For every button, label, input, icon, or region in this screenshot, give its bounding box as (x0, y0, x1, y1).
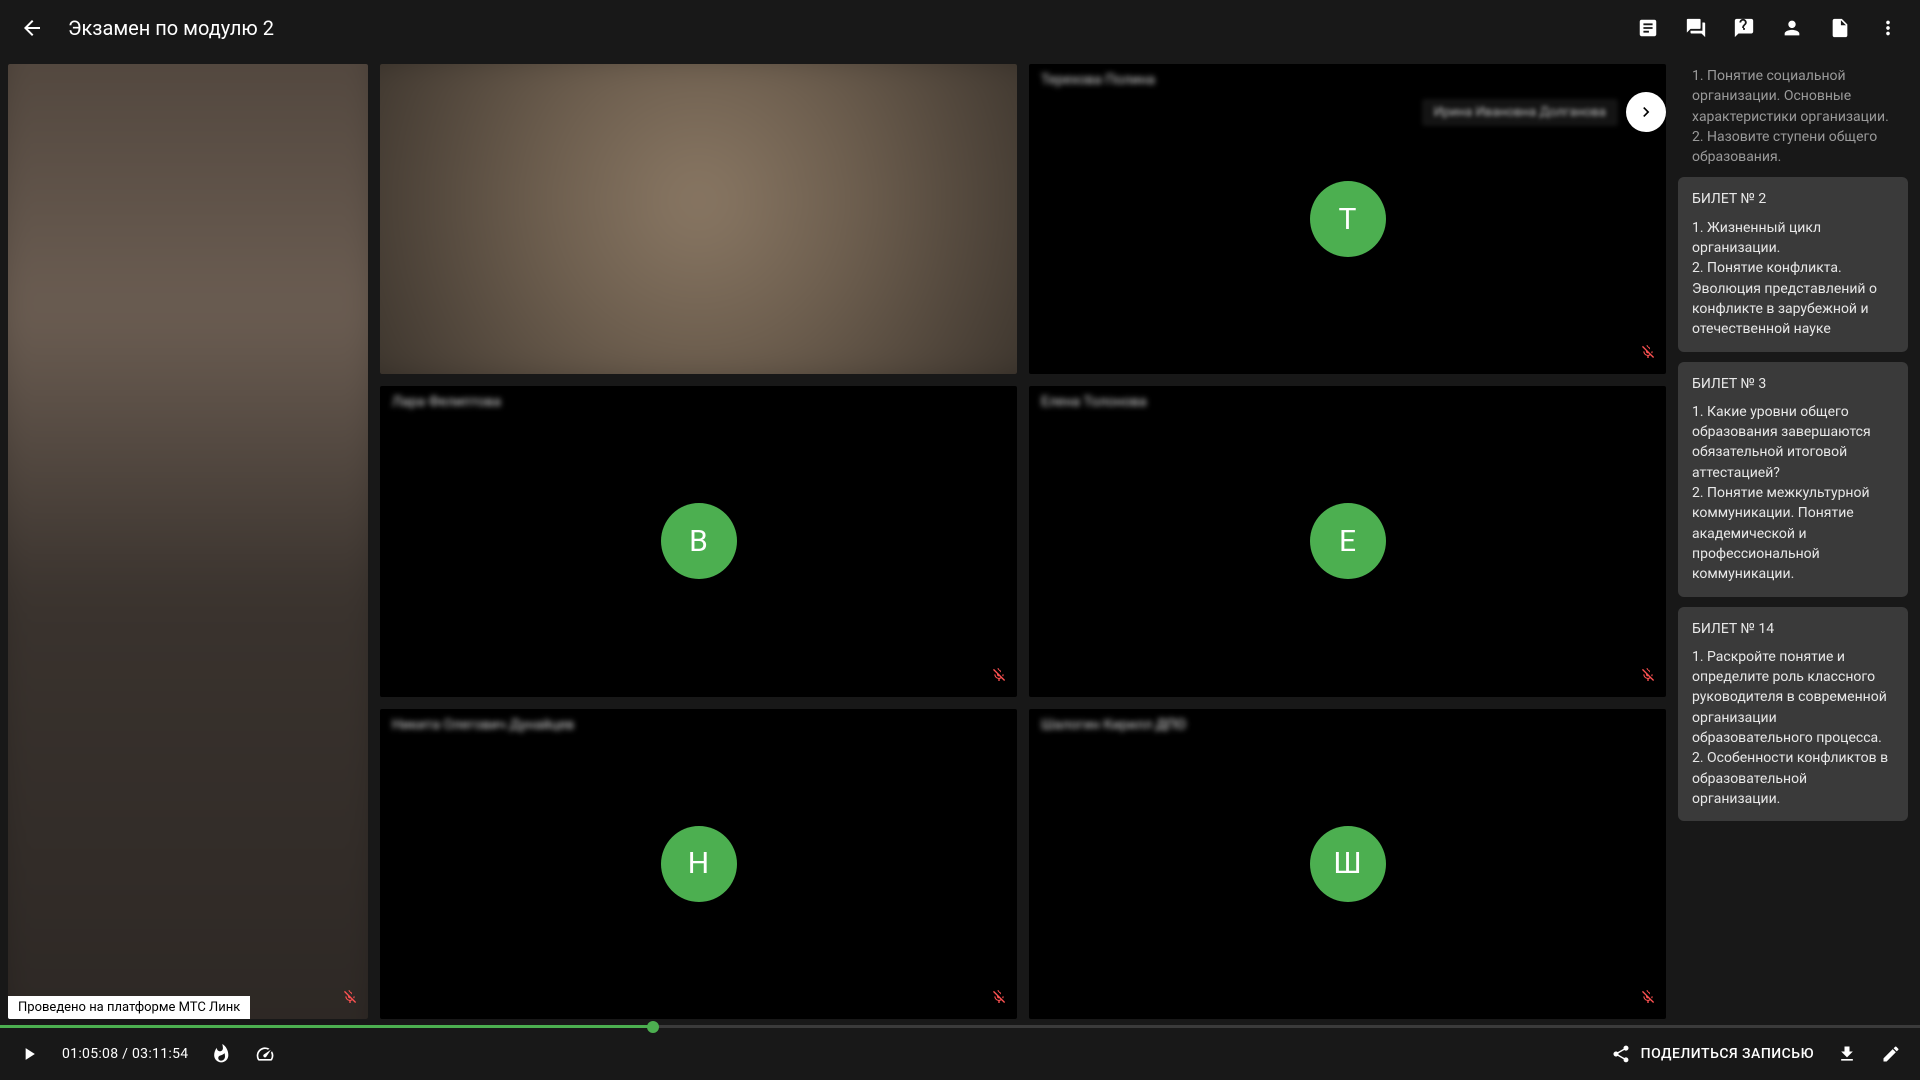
next-speaker-button[interactable] (1626, 92, 1666, 132)
active-speaker-overlay: Ирина Ивановна Долганова (1422, 92, 1666, 132)
back-button[interactable] (20, 16, 44, 40)
mic-off-icon (1640, 667, 1656, 687)
avatar: Т (1310, 181, 1386, 257)
arrow-left-icon (20, 16, 44, 40)
help-icon (1733, 17, 1755, 39)
notes-button[interactable] (1636, 16, 1660, 40)
chat-message: БИЛЕТ № 2 1. Жизненный цикл организации. … (1678, 177, 1908, 351)
chat-message-head: БИЛЕТ № 3 (1692, 374, 1894, 394)
chat-message-head: БИЛЕТ № 14 (1692, 619, 1894, 639)
participant-tile[interactable]: Никита Олегович Дунайцев Н (380, 709, 1017, 1019)
chat-message-head: БИЛЕТ № 2 (1692, 189, 1894, 209)
chat-message-body: 1. Понятие социальной организации. Основ… (1692, 66, 1894, 167)
main-video-tile[interactable]: Проведено на платформе МТС Линк (8, 64, 368, 1019)
chat-message: 1. Понятие социальной организации. Основ… (1678, 66, 1908, 167)
play-icon (19, 1044, 39, 1064)
chat-icon (1685, 17, 1707, 39)
chat-toggle-button[interactable] (1684, 16, 1708, 40)
avatar: Ш (1310, 826, 1386, 902)
share-icon (1611, 1044, 1631, 1064)
avatar: Е (1310, 503, 1386, 579)
chevron-right-icon (1636, 102, 1656, 122)
chat-message: БИЛЕТ № 3 1. Какие уровни общего образова… (1678, 362, 1908, 597)
player-controls: 01:05:08 / 03:11:54 ПОДЕЛИТЬСЯ ЗАПИСЬЮ (0, 1028, 1920, 1080)
mic-off-icon (1640, 989, 1656, 1009)
speed-icon (255, 1044, 275, 1064)
header: Экзамен по модулю 2 (0, 0, 1920, 56)
document-icon (1829, 17, 1851, 39)
share-button[interactable]: ПОДЕЛИТЬСЯ ЗАПИСЬЮ (1611, 1044, 1814, 1064)
chat-message: БИЛЕТ № 14 1. Раскройте понятие и определ… (1678, 607, 1908, 822)
chat-message-body: 1. Какие уровни общего образования завер… (1692, 402, 1894, 585)
participant-name: Елена Толонова (1041, 394, 1147, 410)
edit-icon (1881, 1044, 1901, 1064)
more-vert-icon (1877, 17, 1899, 39)
speed-button[interactable] (254, 1043, 276, 1065)
person-icon (1781, 17, 1803, 39)
participant-tile[interactable] (380, 64, 1017, 374)
active-speaker-name: Ирина Ивановна Долганова (1422, 99, 1618, 126)
help-button[interactable] (1732, 16, 1756, 40)
progress-bar[interactable] (0, 1025, 1920, 1028)
avatar: Н (661, 826, 737, 902)
play-button[interactable] (18, 1043, 40, 1065)
video-area: Ирина Ивановна Долганова Проведено на пл… (8, 64, 1666, 1019)
document-button[interactable] (1828, 16, 1852, 40)
chat-panel: 1. Понятие социальной организации. Основ… (1678, 64, 1908, 1019)
participant-name: Терехова Полина (1041, 72, 1155, 88)
chat-message-body: 1. Раскройте понятие и определите роль к… (1692, 647, 1894, 809)
edit-button[interactable] (1880, 1043, 1902, 1065)
share-label: ПОДЕЛИТЬСЯ ЗАПИСЬЮ (1641, 1046, 1814, 1062)
participant-grid: Терехова Полина Т Лара Фелиптова В Елена Тол… (380, 64, 1666, 1019)
notes-icon (1637, 17, 1659, 39)
participant-name: Лара Фелиптова (392, 394, 501, 410)
more-button[interactable] (1876, 16, 1900, 40)
download-button[interactable] (1836, 1043, 1858, 1065)
participant-tile[interactable]: Шалогин Кирилл ДПО Ш (1029, 709, 1666, 1019)
mic-off-icon (991, 667, 1007, 687)
participant-name: Шалогин Кирилл ДПО (1041, 717, 1186, 733)
page-title: Экзамен по модулю 2 (68, 16, 274, 40)
header-icons (1636, 16, 1900, 40)
mic-off-icon (991, 989, 1007, 1009)
participant-tile[interactable]: Лара Фелиптова В (380, 386, 1017, 696)
download-icon (1837, 1044, 1857, 1064)
chat-message-body: 1. Жизненный цикл организации. 2. Поняти… (1692, 218, 1894, 340)
fire-icon (211, 1044, 231, 1064)
platform-watermark: Проведено на платформе МТС Линк (8, 996, 250, 1019)
participant-tile[interactable]: Елена Толонова Е (1029, 386, 1666, 696)
avatar: В (661, 503, 737, 579)
playback-time: 01:05:08 / 03:11:54 (62, 1046, 188, 1062)
profile-button[interactable] (1780, 16, 1804, 40)
mic-off-icon (342, 989, 358, 1009)
mic-off-icon (1640, 344, 1656, 364)
highlight-button[interactable] (210, 1043, 232, 1065)
participant-name: Никита Олегович Дунайцев (392, 717, 574, 733)
